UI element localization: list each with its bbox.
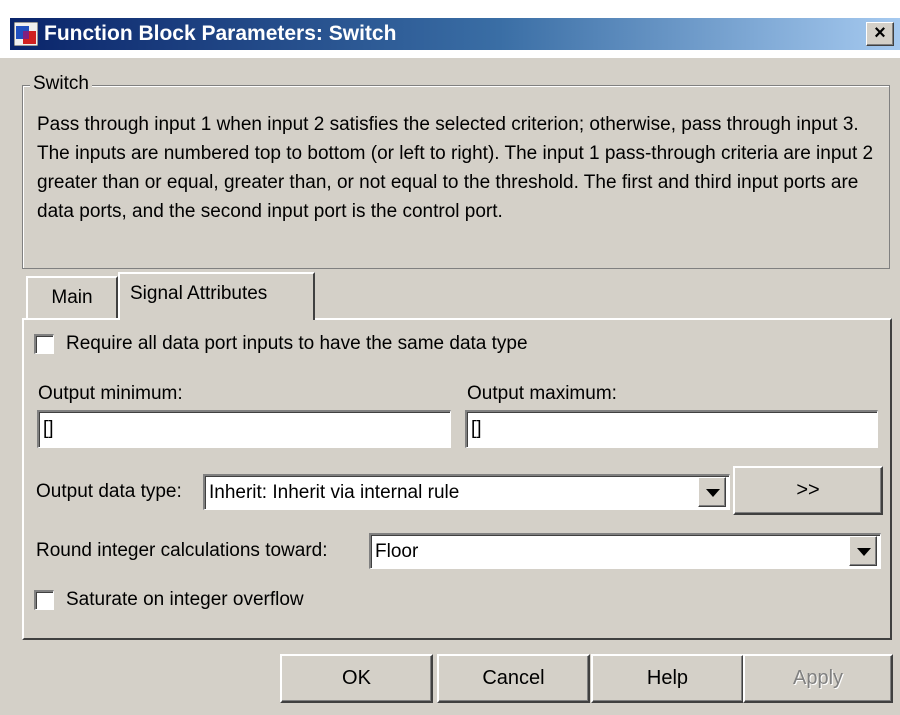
round-integer-value: Floor <box>375 541 419 562</box>
block-description: Pass through input 1 when input 2 satisf… <box>37 114 874 222</box>
help-button-label: Help <box>646 667 689 689</box>
output-data-type-dropdown[interactable]: Inherit: Inherit via internal rule <box>203 474 730 510</box>
require-same-type-label[interactable]: Require all data port inputs to have the… <box>66 331 528 357</box>
round-integer-dropdown[interactable]: Floor <box>369 533 881 569</box>
groupbox-legend: Switch <box>30 71 92 97</box>
output-minimum-field[interactable]: [] <box>37 410 451 448</box>
chevron-down-icon <box>857 548 871 556</box>
ok-button[interactable]: OK <box>280 654 433 703</box>
output-maximum-field[interactable]: [] <box>465 410 878 448</box>
help-button[interactable]: Help <box>591 654 744 703</box>
output-minimum-label: Output minimum: <box>38 383 183 404</box>
ok-button-label: OK <box>342 667 371 689</box>
require-same-type-checkbox[interactable] <box>34 334 54 354</box>
apply-button[interactable]: Apply <box>743 654 893 703</box>
round-integer-dropdown-arrow[interactable] <box>849 536 877 566</box>
close-icon: × <box>874 22 886 44</box>
close-button[interactable]: × <box>866 22 894 46</box>
window-frame: Function Block Parameters: Switch × <box>0 0 900 58</box>
title-bar[interactable]: Function Block Parameters: Switch × <box>10 18 900 50</box>
output-maximum-label: Output maximum: <box>467 383 617 404</box>
simulink-block-icon <box>13 21 39 47</box>
chevron-down-icon <box>706 489 720 497</box>
tab-main[interactable]: Main <box>26 276 118 319</box>
cancel-button-label: Cancel <box>482 667 545 689</box>
tab-main-label: Main <box>51 287 93 308</box>
window-title: Function Block Parameters: Switch <box>44 22 397 45</box>
round-integer-label: Round integer calculations toward: <box>36 540 328 561</box>
data-type-assistant-label: >> <box>796 479 820 501</box>
apply-button-label: Apply <box>792 667 844 689</box>
cancel-button[interactable]: Cancel <box>437 654 590 703</box>
output-data-type-value: Inherit: Inherit via internal rule <box>209 482 460 503</box>
tab-signal-attributes[interactable]: Signal Attributes <box>118 272 315 320</box>
data-type-assistant-button[interactable]: >> <box>733 466 883 515</box>
tab-signal-attributes-label: Signal Attributes <box>130 283 268 304</box>
saturate-label[interactable]: Saturate on integer overflow <box>66 587 304 613</box>
output-data-type-dropdown-arrow[interactable] <box>698 477 726 507</box>
saturate-checkbox[interactable] <box>34 590 54 610</box>
output-data-type-label: Output data type: <box>36 481 182 502</box>
